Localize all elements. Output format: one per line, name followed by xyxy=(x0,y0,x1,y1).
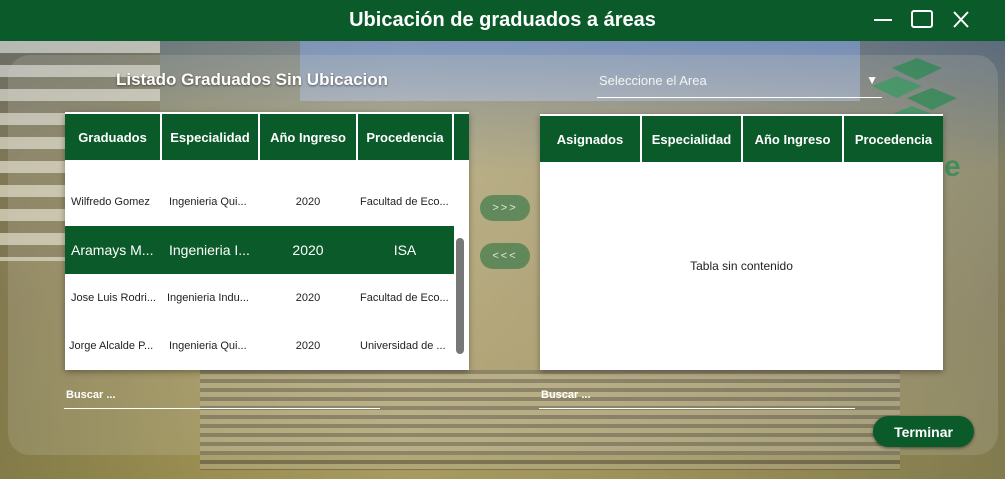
cell-graduado: Aramays M... xyxy=(71,242,154,258)
cell-anio: 2020 xyxy=(295,196,321,208)
column-header-graduados[interactable]: Graduados xyxy=(65,114,160,160)
assigned-table: Asignados Especialidad Año Ingreso Proce… xyxy=(540,114,943,370)
finish-button[interactable]: Terminar xyxy=(873,416,974,447)
unassign-button[interactable]: <<< xyxy=(480,243,530,269)
table-row[interactable]: Jorge Alcalde P... Ingenieria Qui... 202… xyxy=(65,322,454,370)
cell-procedencia: ISA xyxy=(393,242,417,258)
title-bar: Ubicación de graduados a áreas xyxy=(0,0,1005,41)
column-header-procedencia[interactable]: Procedencia xyxy=(844,116,943,162)
cell-procedencia: Facultad de Eco... xyxy=(360,292,449,304)
app-window: e Ubicación de graduados a áreas Listado… xyxy=(0,0,1005,479)
graduates-search-input[interactable] xyxy=(64,384,384,406)
column-header-especialidad[interactable]: Especialidad xyxy=(162,114,258,160)
area-select-placeholder: Seleccione el Area xyxy=(599,73,707,88)
column-header-anio-ingreso[interactable]: Año Ingreso xyxy=(743,116,842,162)
cell-graduado: Jorge Alcalde P... xyxy=(69,340,154,352)
column-header-procedencia[interactable]: Procedencia xyxy=(358,114,452,160)
graduates-table: Graduados Especialidad Año Ingreso Proce… xyxy=(65,112,469,370)
column-header-filler xyxy=(454,114,469,160)
cell-anio: 2020 xyxy=(295,340,321,352)
graduates-search[interactable] xyxy=(64,384,384,409)
column-header-especialidad[interactable]: Especialidad xyxy=(642,116,741,162)
cell-especialidad: Ingenieria Qui... xyxy=(169,196,247,208)
svg-text:e: e xyxy=(944,150,961,183)
scrollbar-thumb[interactable] xyxy=(456,238,464,354)
dropdown-arrow-icon: ▼ xyxy=(866,73,878,87)
table-row[interactable]: Wilfredo Gomez Ingenieria Qui... 2020 Fa… xyxy=(65,178,454,226)
column-header-asignados[interactable]: Asignados xyxy=(540,116,640,162)
graduates-table-header: Graduados Especialidad Año Ingreso Proce… xyxy=(65,112,469,162)
close-button[interactable] xyxy=(948,8,974,32)
unassigned-list-heading: Listado Graduados Sin Ubicacion xyxy=(116,70,389,89)
cell-procedencia: Universidad de ... xyxy=(360,340,446,352)
table-row-selected[interactable]: Aramays M... Ingenieria I... 2020 ISA xyxy=(65,226,454,274)
close-icon xyxy=(953,11,969,28)
cell-graduado: Wilfredo Gomez xyxy=(71,196,150,208)
graduates-table-scrollbar[interactable] xyxy=(454,162,469,370)
cell-especialidad: Ingenieria I... xyxy=(169,242,250,258)
minimize-icon xyxy=(874,19,892,21)
assigned-table-header: Asignados Especialidad Año Ingreso Proce… xyxy=(540,114,943,164)
assigned-search-input[interactable] xyxy=(539,384,859,406)
minimize-button[interactable] xyxy=(870,8,896,32)
area-select[interactable]: Seleccione el Area ▼ xyxy=(597,70,882,98)
cell-especialidad: Ingenieria Qui... xyxy=(169,340,247,352)
column-header-anio-ingreso[interactable]: Año Ingreso xyxy=(260,114,356,160)
cell-graduado: Jose Luis Rodri... xyxy=(71,292,156,304)
empty-table-message: Tabla sin contenido xyxy=(690,259,793,273)
assigned-search[interactable] xyxy=(539,384,859,409)
cell-anio: 2020 xyxy=(295,292,321,304)
window-title: Ubicación de graduados a áreas xyxy=(349,9,656,31)
cell-anio: 2020 xyxy=(292,242,324,258)
cell-especialidad: Ingenieria Indu... xyxy=(167,292,249,304)
cell-procedencia: Facultad de Eco... xyxy=(360,196,449,208)
maximize-button[interactable] xyxy=(909,8,935,32)
assign-button[interactable]: >>> xyxy=(480,195,530,221)
maximize-icon xyxy=(911,10,933,28)
table-row[interactable]: Jose Luis Rodri... Ingenieria Indu... 20… xyxy=(65,274,454,322)
